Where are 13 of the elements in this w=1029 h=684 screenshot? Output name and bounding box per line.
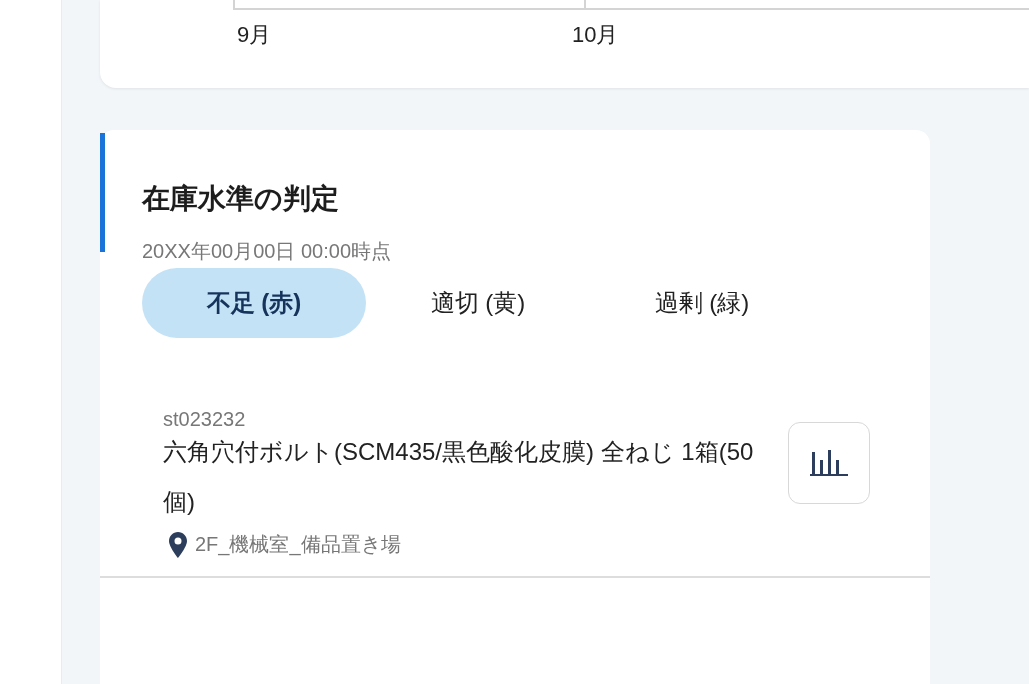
filter-tab[interactable]: 不足 (赤)	[142, 267, 366, 338]
axis-label: 9月	[237, 21, 272, 49]
location-pin-icon	[169, 531, 187, 558]
filter-tab[interactable]: 過剰 (緑)	[590, 267, 814, 338]
item-location: 2F_機械室_備品置き場	[195, 532, 401, 558]
card-title: 在庫水準の判定	[142, 181, 340, 216]
chart-button[interactable]	[788, 421, 870, 504]
timestamp: 20XX年00月00日 00:00時点	[142, 238, 393, 263]
bar-chart-icon	[809, 447, 849, 478]
axis-label: 10月	[572, 21, 619, 49]
item-name: 六角穴付ボルト(SCM435/黒色酸化皮膜) 全ねじ 1箱(50個)	[163, 437, 755, 518]
filter-tab[interactable]: 適切 (黄)	[366, 267, 590, 338]
item-code: st023232	[163, 407, 247, 432]
